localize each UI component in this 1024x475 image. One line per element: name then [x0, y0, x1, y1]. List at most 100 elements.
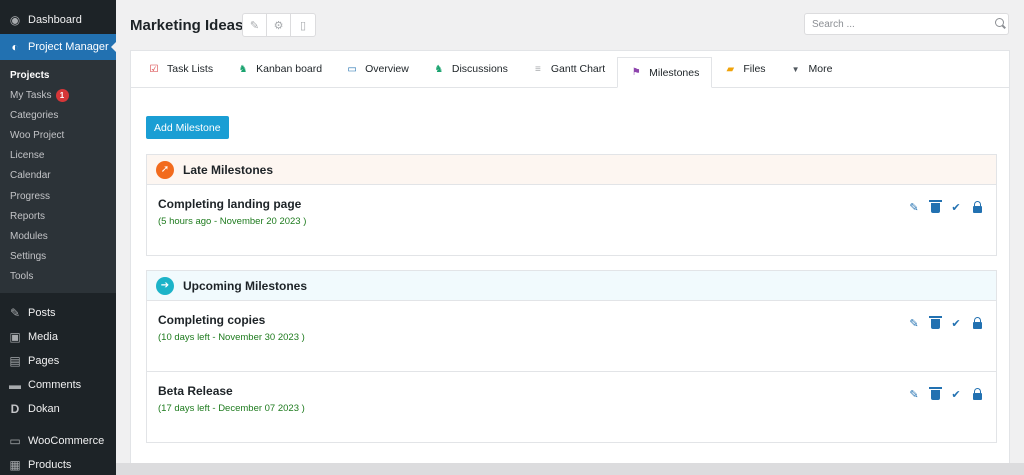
privacy-button[interactable] — [971, 387, 983, 400]
folder-icon: ▰ — [726, 63, 735, 75]
submenu-item-progress[interactable]: Progress — [0, 187, 116, 207]
sidebar-item-label: Media — [28, 331, 58, 344]
sidebar-item-dashboard[interactable]: ◉ Dashboard — [0, 8, 116, 32]
sidebar-item-products[interactable]: ▦ Products — [0, 453, 116, 475]
upcoming-milestones-section: ➔ Upcoming Milestones Completing copies … — [146, 270, 997, 443]
sidebar-item-pages[interactable]: ▤ Pages — [0, 349, 116, 373]
project-panel: ☑ Task Lists ♞ Kanban board ▭ Overview ♞… — [130, 50, 1010, 465]
milestone-date: (17 days left - December 07 2023 ) — [158, 403, 305, 414]
sidebar-item-project-manager[interactable]: ◐ Project Manager — [0, 34, 117, 60]
sidebar-item-label: Pages — [28, 355, 60, 368]
submenu-item-modules[interactable]: Modules — [0, 227, 116, 247]
milestone-date: (5 hours ago - November 20 2023 ) — [158, 216, 307, 227]
sidebar-item-label: Comments — [28, 379, 82, 392]
caret-down-icon: ▼ — [791, 64, 800, 74]
tab-label: Discussions — [451, 63, 508, 75]
overview-icon: ▭ — [347, 63, 357, 75]
trash-icon — [928, 316, 942, 329]
page-title: Marketing Ideas — [130, 17, 244, 34]
delete-button[interactable] — [928, 316, 942, 329]
project-document-button[interactable]: ▯ — [291, 14, 315, 36]
submenu-item-license[interactable]: License — [0, 146, 116, 166]
add-milestone-button[interactable]: Add Milestone — [146, 116, 229, 139]
gear-icon: ⚙ — [273, 19, 284, 32]
submenu-item-projects[interactable]: Projects — [0, 66, 116, 86]
milestone-item: Completing copies (10 days left - Novemb… — [147, 301, 996, 372]
tab-label: Overview — [365, 63, 409, 75]
submenu-item-reports[interactable]: Reports — [0, 207, 116, 227]
tab-files[interactable]: ▰ Files — [712, 51, 777, 87]
sidebar-item-woocommerce[interactable]: ▭ WooCommerce — [0, 429, 116, 453]
submenu-item-calendar[interactable]: Calendar — [0, 166, 116, 186]
sidebar-item-label: Dokan — [28, 403, 60, 416]
submenu-item-my-tasks[interactable]: My Tasks 1 — [0, 86, 116, 106]
comments-icon: ▬ — [9, 378, 21, 393]
submenu-item-tools[interactable]: Tools — [0, 267, 116, 287]
tab-kanban-board[interactable]: ♞ Kanban board — [225, 51, 334, 87]
tab-task-lists[interactable]: ☑ Task Lists — [136, 51, 225, 87]
delete-button[interactable] — [928, 200, 942, 213]
sidebar-item-comments[interactable]: ▬ Comments — [0, 373, 116, 397]
document-icon: ▯ — [299, 19, 307, 32]
pencil-icon: ✎ — [249, 19, 260, 32]
privacy-button[interactable] — [971, 316, 983, 329]
tab-gantt-chart[interactable]: ≡ Gantt Chart — [520, 51, 617, 87]
project-manager-icon: ◐ — [11, 40, 19, 54]
sidebar-item-posts[interactable]: ✎ Posts — [0, 301, 116, 325]
complete-check-icon[interactable]: ✔ — [950, 201, 962, 214]
section-title: Late Milestones — [183, 162, 274, 177]
gantt-icon: ≡ — [534, 63, 541, 75]
horizontal-scrollbar[interactable] — [116, 463, 1024, 475]
complete-check-icon[interactable]: ✔ — [950, 388, 962, 401]
arrow-right-icon: ➔ — [156, 276, 174, 295]
edit-pencil-icon[interactable]: ✎ — [908, 317, 920, 330]
task-count-badge: 1 — [55, 89, 69, 103]
submenu-item-settings[interactable]: Settings — [0, 247, 116, 267]
project-settings-button[interactable]: ⚙ — [267, 14, 291, 36]
products-icon: ▦ — [9, 458, 21, 473]
submenu-item-label: My Tasks — [10, 90, 52, 102]
dashboard-icon: ◉ — [9, 13, 21, 27]
project-tabs: ☑ Task Lists ♞ Kanban board ▭ Overview ♞… — [131, 51, 1009, 88]
lock-icon — [972, 316, 982, 329]
milestone-title: Beta Release — [158, 384, 233, 398]
media-icon: ▣ — [9, 330, 21, 345]
dokan-icon: D — [10, 402, 20, 417]
submenu-item-categories[interactable]: Categories — [0, 106, 116, 126]
edit-pencil-icon[interactable]: ✎ — [908, 388, 920, 401]
tab-label: Files — [743, 63, 766, 75]
tab-label: More — [808, 63, 833, 75]
sidebar-item-media[interactable]: ▣ Media — [0, 325, 116, 349]
sidebar-item-label: Posts — [28, 307, 56, 320]
trash-icon — [928, 387, 942, 400]
milestone-actions: ✎ ✔ — [908, 387, 983, 401]
milestone-title: Completing copies — [158, 313, 266, 327]
submenu-item-woo-project[interactable]: Woo Project — [0, 126, 116, 146]
search-icon[interactable] — [995, 18, 1004, 27]
pages-icon: ▤ — [9, 354, 21, 369]
sidebar-item-label: WooCommerce — [28, 435, 105, 448]
milestone-actions: ✎ ✔ — [908, 200, 983, 214]
woocommerce-icon: ▭ — [9, 434, 21, 449]
sidebar-item-label: Products — [28, 459, 72, 472]
milestone-date: (10 days left - November 30 2023 ) — [158, 332, 305, 343]
search-input[interactable] — [804, 13, 1009, 35]
milestone-item: Beta Release (17 days left - December 07… — [147, 372, 996, 443]
tab-discussions[interactable]: ♞ Discussions — [421, 51, 520, 87]
edit-project-button[interactable]: ✎ — [243, 14, 267, 36]
section-title: Upcoming Milestones — [183, 278, 308, 293]
privacy-button[interactable] — [971, 200, 983, 213]
tab-overview[interactable]: ▭ Overview — [334, 51, 421, 87]
edit-pencil-icon[interactable]: ✎ — [908, 201, 920, 214]
tab-more[interactable]: ▼ More — [778, 51, 845, 87]
trash-icon — [928, 200, 942, 213]
sidebar-item-dokan[interactable]: D Dokan — [0, 397, 116, 421]
complete-check-icon[interactable]: ✔ — [950, 317, 962, 330]
milestone-title: Completing landing page — [158, 197, 302, 211]
project-actions: ✎ ⚙ ▯ — [242, 13, 316, 37]
lock-icon — [972, 387, 982, 400]
tab-milestones[interactable]: ⚑ Milestones — [617, 57, 713, 88]
milestone-actions: ✎ ✔ — [908, 316, 983, 330]
running-person-icon: ➚ — [156, 160, 174, 179]
delete-button[interactable] — [928, 387, 942, 400]
